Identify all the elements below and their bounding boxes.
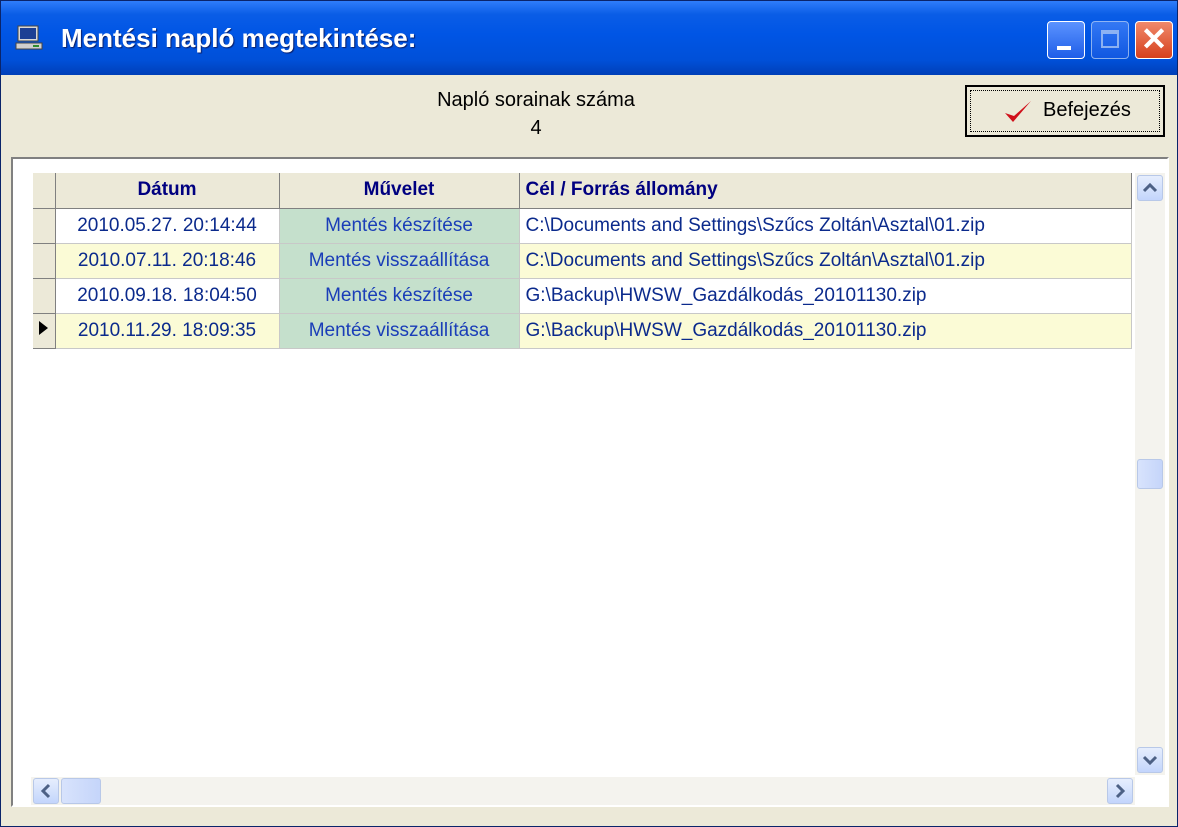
log-viewer-window: Mentési napló megtekintése: ✕ Napló sora… [0, 0, 1178, 827]
scroll-left-button[interactable] [33, 778, 59, 804]
scroll-down-button[interactable] [1137, 747, 1163, 773]
current-row-pointer-icon [39, 320, 48, 335]
path-cell[interactable]: C:\Documents and Settings\Szűcs Zoltán\A… [519, 243, 1132, 279]
table-row-current[interactable]: 2010.11.29. 18:09:35 Mentés visszaállítá… [33, 313, 1132, 349]
table-row[interactable]: 2010.07.11. 20:18:46 Mentés visszaállítá… [33, 243, 1132, 279]
date-cell[interactable]: 2010.05.27. 20:14:44 [55, 208, 280, 244]
chevron-left-icon [40, 783, 51, 799]
chevron-down-icon [1142, 755, 1158, 766]
path-cell[interactable]: G:\Backup\HWSW_Gazdálkodás_20101130.zip [519, 313, 1132, 349]
log-table: Dátum Művelet Cél / Forrás állomány 2010… [33, 173, 1132, 349]
maximize-icon [1101, 30, 1119, 48]
row-count-value: 4 [530, 117, 542, 139]
table-row[interactable]: 2010.09.18. 18:04:50 Mentés készítése G:… [33, 278, 1132, 314]
path-cell[interactable]: C:\Documents and Settings\Szűcs Zoltán\A… [519, 208, 1132, 244]
close-icon: ✕ [1140, 21, 1168, 57]
log-grid[interactable]: Dátum Művelet Cél / Forrás állomány 2010… [11, 157, 1169, 807]
scroll-right-button[interactable] [1107, 778, 1133, 804]
window-title: Mentési napló megtekintése: [61, 23, 417, 53]
minimize-button[interactable] [1047, 21, 1085, 59]
chevron-right-icon [1115, 783, 1126, 799]
maximize-button[interactable] [1091, 21, 1129, 59]
vertical-scroll-thumb[interactable] [1137, 459, 1163, 489]
title-bar[interactable]: Mentési napló megtekintése: ✕ [1, 1, 1177, 75]
row-count-label: Napló sorainak száma [437, 89, 635, 111]
vertical-scrollbar[interactable] [1135, 173, 1165, 775]
computer-icon [15, 25, 43, 51]
horizontal-scroll-thumb[interactable] [61, 778, 101, 804]
header-indicator [33, 173, 56, 209]
column-header-operation[interactable]: Művelet [279, 173, 520, 209]
header-row: Dátum Művelet Cél / Forrás állomány [33, 173, 1132, 209]
date-cell[interactable]: 2010.11.29. 18:09:35 [55, 313, 280, 349]
horizontal-scrollbar[interactable] [31, 777, 1135, 805]
operation-cell[interactable]: Mentés készítése [279, 278, 520, 314]
operation-cell[interactable]: Mentés visszaállítása [279, 313, 520, 349]
close-button[interactable]: ✕ [1135, 21, 1173, 59]
column-header-path[interactable]: Cél / Forrás állomány [519, 173, 1132, 209]
row-indicator[interactable] [33, 313, 56, 349]
path-cell[interactable]: G:\Backup\HWSW_Gazdálkodás_20101130.zip [519, 278, 1132, 314]
finish-button-label: Befejezés [1043, 99, 1131, 121]
operation-cell[interactable]: Mentés készítése [279, 208, 520, 244]
row-indicator[interactable] [33, 243, 56, 279]
column-header-date[interactable]: Dátum [55, 173, 280, 209]
date-cell[interactable]: 2010.09.18. 18:04:50 [55, 278, 280, 314]
finish-button[interactable]: Befejezés [965, 85, 1165, 137]
row-indicator[interactable] [33, 278, 56, 314]
checkmark-icon [1003, 99, 1033, 130]
operation-cell[interactable]: Mentés visszaállítása [279, 243, 520, 279]
table-row[interactable]: 2010.05.27. 20:14:44 Mentés készítése C:… [33, 208, 1132, 244]
scroll-up-button[interactable] [1137, 175, 1163, 201]
chevron-up-icon [1142, 182, 1158, 193]
date-cell[interactable]: 2010.07.11. 20:18:46 [55, 243, 280, 279]
minimize-icon [1057, 46, 1071, 50]
row-indicator[interactable] [33, 208, 56, 244]
